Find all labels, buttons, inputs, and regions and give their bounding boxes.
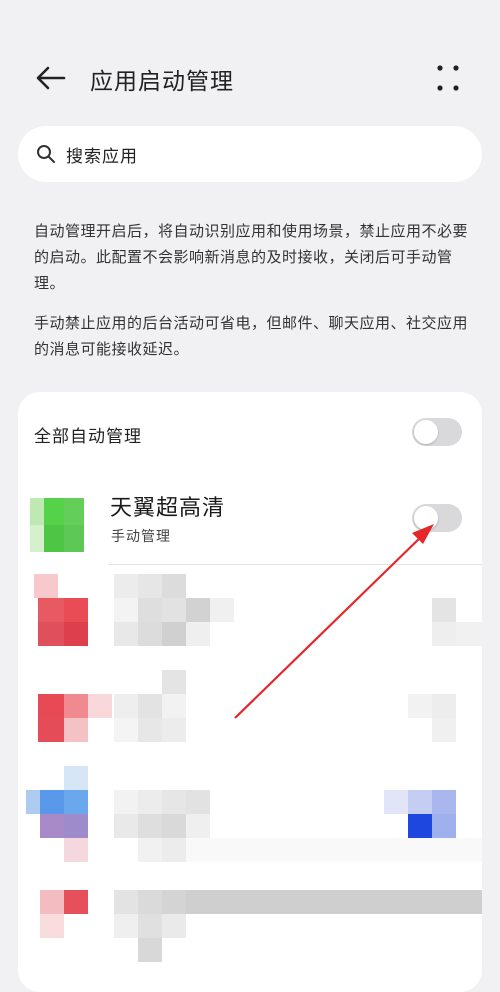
auto-manage-all-label: 全部自动管理 xyxy=(34,427,142,447)
arrow-left-icon xyxy=(36,66,66,90)
search-icon xyxy=(37,145,55,163)
app-status: 手动管理 xyxy=(111,529,171,545)
page-title: 应用启动管理 xyxy=(90,69,234,95)
toggle-knob xyxy=(414,506,438,530)
more-dots-icon xyxy=(437,65,459,91)
app-icon xyxy=(30,498,84,552)
more-button[interactable] xyxy=(432,62,464,94)
back-button[interactable] xyxy=(30,58,70,98)
auto-manage-all-row: 全部自动管理 xyxy=(18,392,482,472)
description-paragraph-1: 自动管理开启后，将自动识别应用和使用场景，禁止应用不必要的启动。此配置不会影响新… xyxy=(34,222,469,292)
list-item[interactable]: 天翼超高清 手动管理 xyxy=(18,474,482,564)
divider xyxy=(108,564,482,565)
search-input[interactable]: 搜索应用 xyxy=(18,126,482,182)
search-placeholder: 搜索应用 xyxy=(66,147,138,167)
app-list-card: 全部自动管理 天翼超高清 手动管理 xyxy=(18,392,482,992)
header-bar: 应用启动管理 xyxy=(0,48,500,108)
auto-manage-all-toggle[interactable] xyxy=(412,418,462,446)
description-paragraph-2: 手动禁止应用的后台活动可省电，但邮件、聊天应用、社交应用的消息可能接收延迟。 xyxy=(34,314,469,358)
toggle-knob xyxy=(414,420,438,444)
app-name: 天翼超高清 xyxy=(110,496,226,521)
app-toggle[interactable] xyxy=(412,504,462,532)
